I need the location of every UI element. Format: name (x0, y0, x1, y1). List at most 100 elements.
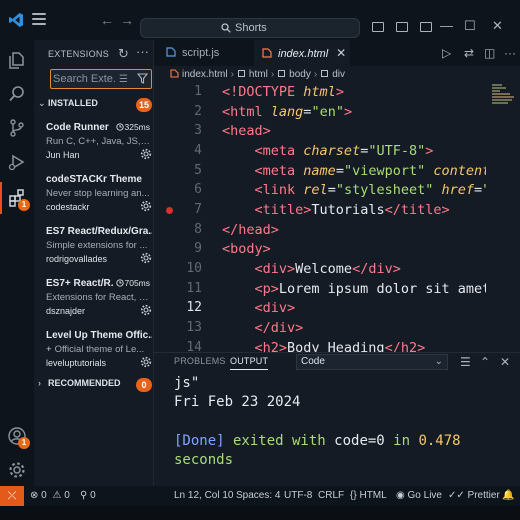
javascript-file-icon (166, 47, 176, 57)
line-number: 5 (194, 163, 202, 178)
warning-icon: ⚠ (52, 490, 62, 501)
extension-gear-icon[interactable] (140, 304, 152, 316)
account-icon[interactable]: 1 (7, 426, 30, 449)
activity-bar: 1 1 (0, 40, 34, 486)
close-panel-icon[interactable]: ✕ (500, 355, 510, 369)
extension-description: Simple extensions for ... (46, 240, 148, 251)
problems-status[interactable]: ⊗ 0 ⚠ 0 (30, 486, 70, 506)
line-number: 13 (186, 320, 202, 335)
extension-item-codestackr-theme[interactable]: codeSTACKr Theme Never stop learning an.… (46, 174, 152, 228)
cursor-position[interactable]: Ln 12, Col 10 (174, 486, 234, 506)
extension-item-es7-react-redux[interactable]: ES7 React/Redux/Gra... Simple extensions… (46, 226, 152, 280)
hamburger-menu-icon[interactable] (32, 13, 46, 25)
extension-gear-icon[interactable] (140, 252, 152, 264)
close-window-icon[interactable]: ✕ (492, 18, 503, 34)
code-line: </div> (254, 320, 304, 336)
recommended-label: RECOMMENDED (48, 378, 121, 388)
line-number: 3 (194, 123, 202, 138)
html-file-icon (170, 69, 179, 78)
run-debug-icon[interactable] (7, 152, 27, 172)
tab-label: script.js (182, 47, 220, 59)
chevron-down-icon: ⌄ (434, 356, 443, 367)
editor-more-actions-icon[interactable]: ··· (504, 46, 516, 60)
extension-gear-icon[interactable] (140, 356, 152, 368)
activation-time: 325ms (114, 122, 150, 132)
extensions-search-input[interactable] (53, 71, 115, 87)
code-line: <body> (222, 241, 271, 257)
filter-icon[interactable] (137, 73, 148, 84)
run-icon[interactable]: ▷ (442, 46, 451, 60)
sidebar-title: EXTENSIONS (48, 49, 110, 59)
status-bar: ⤫ ⊗ 0 ⚠ 0 ⚲ 0 Ln 12, Col 10 Spaces: 4 UT… (0, 486, 520, 506)
panel-tab-output[interactable]: OUTPUT (230, 356, 269, 370)
manage-gear-icon[interactable] (7, 460, 27, 480)
go-live-button[interactable]: ◉ Go Live (396, 486, 442, 506)
explorer-icon[interactable] (7, 50, 27, 70)
code-editor[interactable]: 1 2 3 4 5 6 7 8 9 10 11 12 13 14 <!DOCTYPE html> <htm… (154, 84, 486, 352)
filter-output-icon[interactable]: ☰ (460, 355, 471, 369)
line-number: 10 (186, 261, 202, 276)
recommended-section-header[interactable]: › RECOMMENDED 0 (38, 378, 152, 394)
code-line: <html lang="en"> (222, 104, 353, 120)
title-bar: ← → Shorts — ☐ ✕ (0, 0, 520, 40)
extensions-icon[interactable]: 1 (0, 182, 30, 214)
more-actions-icon[interactable]: ··· (136, 44, 149, 59)
code-line: <head> (222, 123, 271, 139)
extension-gear-icon[interactable] (140, 148, 152, 160)
notifications-bell-icon[interactable]: 🔔 (502, 486, 514, 506)
line-number: 2 (194, 104, 202, 119)
extension-gear-icon[interactable] (140, 200, 152, 212)
end-of-line[interactable]: CRLF (318, 486, 344, 506)
code-line: <!DOCTYPE html> (222, 84, 344, 100)
output-channel-select[interactable]: Code ⌄ (296, 354, 448, 370)
maximize-panel-icon[interactable]: ⌃ (480, 355, 490, 369)
clear-filter-icon[interactable]: ☰ (119, 74, 128, 85)
breadcrumb-item-body[interactable]: body (289, 69, 311, 80)
breadcrumb-item-div[interactable]: div (332, 69, 345, 80)
chevron-right-icon: › (38, 378, 41, 388)
split-editor-icon[interactable]: ◫ (484, 46, 495, 60)
command-center-search[interactable]: Shorts (140, 18, 360, 38)
source-control-icon[interactable] (7, 118, 27, 138)
extension-item-level-up-theme[interactable]: Level Up Theme Offic... + Official theme … (46, 330, 152, 384)
maximize-window-icon[interactable]: ☐ (464, 18, 476, 34)
code-line: </head> (222, 222, 279, 238)
toggle-panel-icon[interactable] (396, 22, 408, 32)
close-tab-icon[interactable]: ✕ (336, 46, 346, 60)
breadcrumb-item-html[interactable]: html (249, 69, 268, 80)
encoding[interactable]: UTF-8 (284, 486, 312, 506)
search-icon[interactable] (7, 84, 27, 104)
breadcrumb-item-file[interactable]: index.html (182, 69, 228, 80)
forward-arrow-icon[interactable]: → (120, 12, 134, 28)
extensions-badge: 1 (18, 199, 30, 211)
indentation[interactable]: Spaces: 4 (236, 486, 280, 506)
tab-index-html[interactable]: index.html ✕ (254, 40, 350, 66)
minimize-window-icon[interactable]: — (440, 18, 453, 33)
back-arrow-icon[interactable]: ← (100, 12, 114, 28)
vscode-logo-icon[interactable] (8, 12, 24, 28)
installed-label: INSTALLED (48, 98, 98, 108)
toggle-secondary-sidebar-icon[interactable] (420, 22, 432, 32)
panel-tab-problems[interactable]: PROBLEMS (174, 356, 226, 366)
remote-indicator-icon[interactable]: ⤫ (0, 486, 24, 506)
language-mode[interactable]: {} HTML (350, 486, 387, 506)
toggle-sidebar-icon[interactable] (372, 22, 384, 32)
extension-item-es7-plus-react[interactable]: ES7+ React/R... 705ms Extensions for Rea… (46, 278, 152, 332)
element-icon (237, 70, 245, 77)
breadcrumb-separator-icon: › (313, 69, 318, 80)
output-line: [Done] exited with code=0 in 0.478 (174, 433, 461, 449)
extension-description: Extensions for React, R... (46, 292, 152, 303)
installed-section-header[interactable]: ⌄ INSTALLED 15 (38, 98, 152, 114)
code-line: <meta charset="UTF-8"> (254, 143, 434, 159)
tab-script-js[interactable]: script.js (166, 40, 250, 66)
ports-status[interactable]: ⚲ 0 (80, 486, 96, 506)
error-icon: ⊗ (30, 490, 39, 501)
extension-item-code-runner[interactable]: Code Runner 325ms Run C, C++, Java, JS, … (46, 122, 152, 176)
refresh-icon[interactable]: ↻ (118, 46, 129, 62)
compare-changes-icon[interactable]: ⇄ (464, 46, 474, 60)
extensions-search-box[interactable]: ☰ (50, 69, 152, 89)
minimap[interactable] (486, 84, 520, 352)
extension-author: Jun Han (46, 150, 80, 160)
line-number: 1 (194, 84, 202, 99)
prettier-status[interactable]: ✓✓ Prettier (448, 486, 500, 506)
